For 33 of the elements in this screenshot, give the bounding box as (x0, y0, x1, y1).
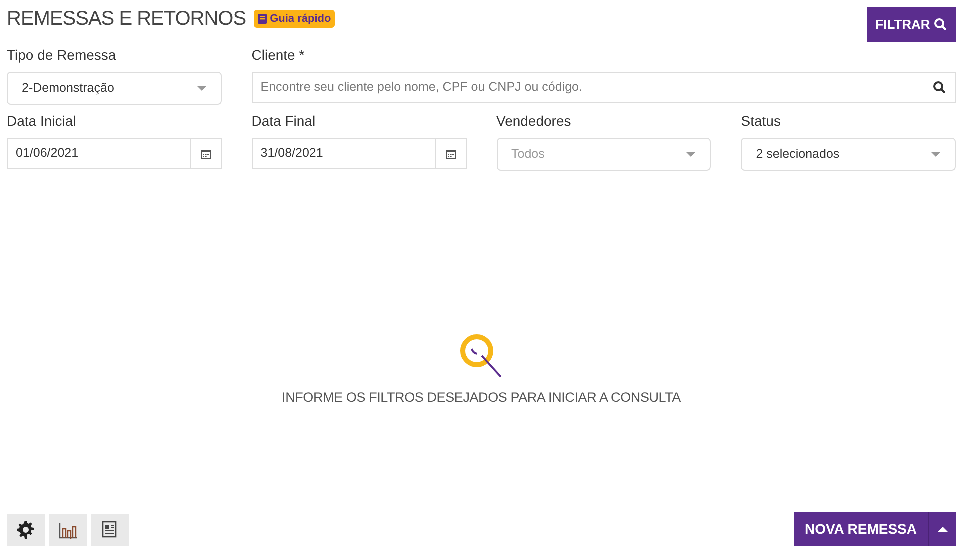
select-field[interactable]: 2 selecionados (741, 138, 956, 171)
search-icon (934, 18, 948, 31)
settings-button[interactable] (7, 514, 45, 546)
report-icon (101, 521, 119, 539)
caret-icon (196, 86, 207, 91)
caret-icon (931, 152, 941, 157)
date-field[interactable]: 31/08/2021 (252, 138, 466, 169)
search-icon (933, 81, 946, 94)
settings-icon (17, 521, 35, 539)
book-icon (258, 14, 268, 24)
field-label: Data Final (252, 112, 317, 131)
field-label: Data Inicial (7, 112, 78, 131)
magnifier-icon (460, 334, 504, 380)
empty-state-message: INFORME OS FILTROS DESEJADOS PARA INICIAR A CONSULTA (282, 389, 681, 408)
select-field[interactable]: 2-Demonstração (7, 72, 222, 105)
quick-guide-badge[interactable]: Guia rápido (254, 10, 336, 28)
caret-up-icon (938, 527, 948, 532)
chart-button[interactable] (49, 514, 87, 546)
bar-chart-icon (59, 521, 77, 539)
client-search-field[interactable]: Encontre seu cliente pelo nome, CPF ou CNPJ ou código. (252, 72, 956, 103)
caret-icon (686, 152, 696, 157)
date-field[interactable]: 01/06/2021 (7, 138, 222, 169)
calendar-icon[interactable] (200, 148, 211, 158)
new-shipment-button[interactable]: NOVA REMESSA (794, 512, 928, 546)
filter-button[interactable]: FILTRAR (867, 7, 956, 42)
field-label: Cliente * (252, 46, 306, 65)
field-label: Tipo de Remessa (7, 46, 118, 65)
page-title: REMESSAS E RETORNOS (7, 7, 246, 31)
field-label: Vendedores (496, 112, 572, 131)
dropdown-toggle-button[interactable] (928, 512, 956, 546)
field-label: Status (741, 112, 782, 131)
report-button[interactable] (91, 514, 129, 546)
calendar-icon[interactable] (446, 148, 456, 158)
